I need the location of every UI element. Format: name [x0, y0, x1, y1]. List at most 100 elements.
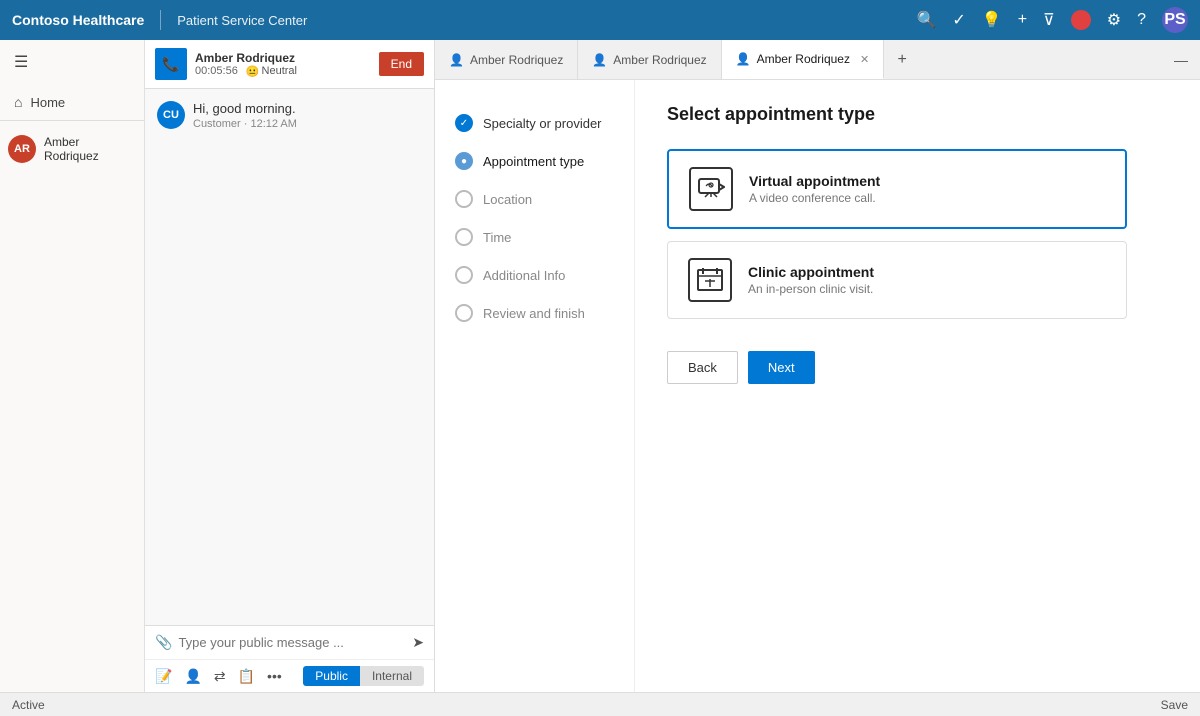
call-info: Amber Rodriquez 00:05:56 😐 Neutral [195, 51, 371, 78]
tab-person-icon-2: 👤 [736, 52, 751, 66]
next-button[interactable]: Next [748, 351, 815, 384]
wizard-step-5: Review and finish [455, 294, 614, 332]
phone-icon: 📞 [162, 56, 179, 73]
save-label[interactable]: Save [1161, 698, 1188, 712]
content-area: ✓ Specialty or provider ● Appointment ty… [435, 80, 1200, 692]
step-label-4: Additional Info [483, 268, 565, 283]
chat-text: Hi, good morning. [193, 101, 297, 116]
public-toggle-button[interactable]: Public [303, 666, 360, 686]
wizard-step-3: Time [455, 218, 614, 256]
tab-bar: 👤 Amber Rodriquez 👤 Amber Rodriquez 👤 Am… [435, 40, 1200, 80]
tab-label-1: Amber Rodriquez [613, 53, 706, 67]
service-center-label: Patient Service Center [177, 13, 307, 28]
tab-label-0: Amber Rodriquez [470, 53, 563, 67]
send-icon[interactable]: ➤ [412, 634, 424, 651]
step-label-5: Review and finish [483, 306, 585, 321]
contacts-icon[interactable]: 👤 [184, 668, 201, 685]
gear-icon[interactable]: ⚙ [1107, 10, 1121, 30]
back-button[interactable]: Back [667, 351, 738, 384]
wizard-step-1: ● Appointment type [455, 142, 614, 180]
internal-toggle-button[interactable]: Internal [360, 666, 424, 686]
chat-message-row: CU Hi, good morning. Customer · 12:12 AM [157, 101, 422, 130]
clinic-appointment-icon [688, 258, 732, 302]
clinic-appointment-title: Clinic appointment [748, 264, 874, 280]
tab-add-button[interactable]: + [884, 40, 920, 79]
wizard-step-2: Location [455, 180, 614, 218]
top-nav-icons: 🔍 ✓ 💡 + ⊽ ⚙ ? PS [916, 7, 1188, 33]
plus-icon[interactable]: + [1018, 11, 1027, 29]
sidebar-item-home[interactable]: ⌂ Home [0, 84, 144, 120]
notification-dot[interactable] [1071, 10, 1091, 30]
main-layout: ☰ ⌂ Home AR Amber Rodriquez 📞 Amber Rodr… [0, 40, 1200, 692]
center-panel: 📞 Amber Rodriquez 00:05:56 😐 Neutral End… [145, 40, 435, 692]
call-meta: 00:05:56 😐 Neutral [195, 65, 371, 78]
chat-sender-avatar: CU [157, 101, 185, 129]
toolbar-row: 📝 👤 ⇄ 📋 ••• Public Internal [145, 659, 434, 692]
section-title: Select appointment type [667, 104, 1168, 125]
step-label-0: Specialty or provider [483, 116, 602, 131]
toolbar-icons: 📝 👤 ⇄ 📋 ••• [155, 668, 282, 685]
wizard-step-0: ✓ Specialty or provider [455, 104, 614, 142]
status-bar: Active Save [0, 692, 1200, 716]
contact-name: Amber Rodriquez [44, 135, 136, 163]
virtual-appointment-icon [689, 167, 733, 211]
contact-section: AR Amber Rodriquez [0, 120, 144, 177]
message-input-area: 📎 ➤ [145, 625, 434, 659]
filter-icon[interactable]: ⊽ [1043, 10, 1055, 30]
lightbulb-icon[interactable]: 💡 [982, 10, 1002, 30]
clinic-appointment-desc: An in-person clinic visit. [748, 282, 874, 296]
step-circle-5 [455, 304, 473, 322]
hamburger-icon[interactable]: ☰ [0, 40, 144, 84]
tab-label-2: Amber Rodriquez [757, 52, 850, 66]
chat-content: Hi, good morning. Customer · 12:12 AM [193, 101, 297, 130]
step-label-2: Location [483, 192, 532, 207]
chat-timestamp: Customer · 12:12 AM [193, 118, 297, 130]
step-circle-3 [455, 228, 473, 246]
action-buttons: Back Next [667, 351, 1168, 384]
check-icon[interactable]: ✓ [952, 10, 965, 30]
contact-item[interactable]: AR Amber Rodriquez [0, 129, 144, 169]
nav-divider [160, 10, 161, 30]
clinic-appointment-card[interactable]: Clinic appointment An in-person clinic v… [667, 241, 1127, 319]
wizard-step-4: Additional Info [455, 256, 614, 294]
public-internal-toggle: Public Internal [303, 666, 424, 686]
sentiment-badge: 😐 Neutral [246, 65, 297, 78]
search-icon[interactable]: 🔍 [916, 10, 936, 30]
main-content: Select appointment type [635, 80, 1200, 692]
call-icon: 📞 [155, 48, 187, 80]
status-label: Active [12, 698, 45, 712]
step-circle-4 [455, 266, 473, 284]
virtual-appointment-title: Virtual appointment [749, 173, 880, 189]
more-icon[interactable]: ••• [267, 668, 282, 685]
tab-close-button[interactable]: ✕ [860, 53, 869, 66]
tab-1[interactable]: 👤 Amber Rodriquez [578, 40, 721, 79]
step-circle-2 [455, 190, 473, 208]
virtual-appointment-card[interactable]: Virtual appointment A video conference c… [667, 149, 1127, 229]
tab-minimize-button[interactable]: — [1162, 52, 1200, 68]
notes-icon[interactable]: 📝 [155, 668, 172, 685]
virtual-appointment-text: Virtual appointment A video conference c… [749, 173, 880, 205]
end-call-button[interactable]: End [379, 52, 424, 76]
tab-person-icon-1: 👤 [592, 53, 607, 67]
message-input[interactable] [178, 635, 406, 650]
sidebar: ☰ ⌂ Home AR Amber Rodriquez [0, 40, 145, 692]
right-panel: 👤 Amber Rodriquez 👤 Amber Rodriquez 👤 Am… [435, 40, 1200, 692]
user-avatar[interactable]: PS [1162, 7, 1188, 33]
call-contact-name: Amber Rodriquez [195, 51, 371, 65]
step-circle-0: ✓ [455, 114, 473, 132]
tab-0[interactable]: 👤 Amber Rodriquez [435, 40, 578, 79]
chat-area: CU Hi, good morning. Customer · 12:12 AM [145, 89, 434, 625]
message-input-row: 📎 ➤ [155, 634, 424, 651]
help-icon[interactable]: ? [1137, 11, 1146, 29]
call-timer: 00:05:56 [195, 65, 238, 77]
tab-2[interactable]: 👤 Amber Rodriquez ✕ [722, 40, 885, 79]
home-icon: ⌂ [14, 94, 22, 110]
clinic-appointment-text: Clinic appointment An in-person clinic v… [748, 264, 874, 296]
contact-avatar: AR [8, 135, 36, 163]
attach-icon[interactable]: 📎 [155, 634, 172, 651]
transfer-icon[interactable]: ⇄ [214, 668, 226, 685]
top-nav: Contoso Healthcare Patient Service Cente… [0, 0, 1200, 40]
sentiment-icon: 😐 [246, 65, 260, 78]
template-icon[interactable]: 📋 [238, 668, 255, 685]
app-name: Contoso Healthcare [12, 12, 144, 28]
